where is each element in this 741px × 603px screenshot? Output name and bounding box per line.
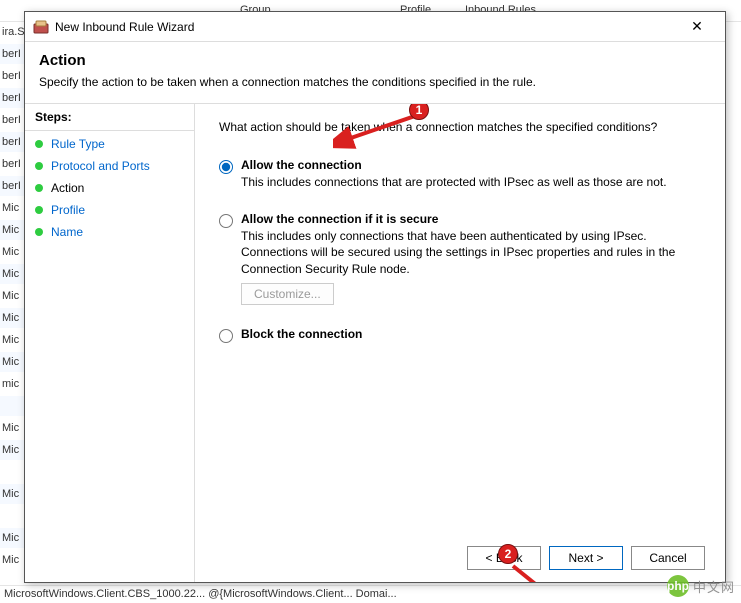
bg-row: ira.S bbox=[0, 22, 24, 42]
watermark-text: 中文网 bbox=[693, 577, 735, 596]
step-label: Protocol and Ports bbox=[51, 159, 150, 173]
bg-row: Mic bbox=[0, 352, 24, 372]
bg-row: Mic bbox=[0, 308, 24, 328]
watermark-logo: php bbox=[667, 575, 689, 597]
bg-row: Mic bbox=[0, 242, 24, 262]
customize-button: Customize... bbox=[241, 283, 334, 305]
question-text: What action should be taken when a conne… bbox=[219, 120, 701, 134]
bg-row bbox=[0, 506, 24, 526]
action-radio[interactable] bbox=[219, 160, 233, 174]
bg-footer-row: MicrosoftWindows.Client.CBS_1000.22... @… bbox=[0, 585, 741, 603]
bg-row: Mic bbox=[0, 528, 24, 548]
option-description: This includes only connections that have… bbox=[241, 228, 701, 277]
page-heading: Action bbox=[39, 52, 711, 69]
step-item-profile[interactable]: Profile bbox=[25, 199, 194, 221]
action-radio[interactable] bbox=[219, 214, 233, 228]
step-label: Action bbox=[51, 181, 84, 195]
step-label: Rule Type bbox=[51, 137, 105, 151]
annotation-badge-1: 1 bbox=[409, 104, 429, 120]
step-item-name[interactable]: Name bbox=[25, 221, 194, 243]
main-pane: What action should be taken when a conne… bbox=[195, 104, 725, 582]
bg-row: Mic bbox=[0, 330, 24, 350]
action-radio[interactable] bbox=[219, 329, 233, 343]
bg-row: Mic bbox=[0, 484, 24, 504]
bg-row: Mic bbox=[0, 198, 24, 218]
bg-row: berI bbox=[0, 110, 24, 130]
watermark: php 中文网 bbox=[667, 575, 735, 597]
header-section: Action Specify the action to be taken wh… bbox=[25, 42, 725, 104]
steps-title: Steps: bbox=[25, 108, 194, 131]
bg-row: berI bbox=[0, 44, 24, 64]
app-icon bbox=[33, 19, 49, 35]
step-bullet-icon bbox=[35, 184, 43, 192]
step-item-action[interactable]: Action bbox=[25, 177, 194, 199]
annotation-badge-2: 2 bbox=[498, 544, 518, 564]
step-label: Name bbox=[51, 225, 83, 239]
dialog-title: New Inbound Rule Wizard bbox=[55, 20, 677, 34]
cancel-button[interactable]: Cancel bbox=[631, 546, 705, 570]
wizard-dialog: New Inbound Rule Wizard ✕ Action Specify… bbox=[24, 11, 726, 583]
step-bullet-icon bbox=[35, 228, 43, 236]
bg-row: mic bbox=[0, 374, 24, 394]
step-bullet-icon bbox=[35, 206, 43, 214]
step-item-protocol-and-ports[interactable]: Protocol and Ports bbox=[25, 155, 194, 177]
action-option: Block the connection bbox=[219, 327, 701, 343]
close-button[interactable]: ✕ bbox=[677, 13, 717, 41]
option-title: Allow the connection if it is secure bbox=[241, 212, 701, 226]
step-item-rule-type[interactable]: Rule Type bbox=[25, 133, 194, 155]
option-title: Block the connection bbox=[241, 327, 701, 341]
step-bullet-icon bbox=[35, 162, 43, 170]
bg-row: berI bbox=[0, 132, 24, 152]
bg-row bbox=[0, 462, 24, 482]
bg-row: Mic bbox=[0, 440, 24, 460]
page-subheading: Specify the action to be taken when a co… bbox=[39, 75, 711, 89]
bg-row bbox=[0, 396, 24, 416]
titlebar: New Inbound Rule Wizard ✕ bbox=[25, 12, 725, 42]
next-button[interactable]: Next > bbox=[549, 546, 623, 570]
option-description: This includes connections that are prote… bbox=[241, 174, 701, 190]
bg-row: Mic bbox=[0, 220, 24, 240]
action-option: Allow the connection if it is secure This… bbox=[219, 212, 701, 305]
bg-row: Mic bbox=[0, 264, 24, 284]
steps-sidebar: Steps: Rule Type Protocol and Ports Action… bbox=[25, 104, 195, 582]
step-label: Profile bbox=[51, 203, 85, 217]
step-bullet-icon bbox=[35, 140, 43, 148]
option-title: Allow the connection bbox=[241, 158, 701, 172]
action-option: Allow the connection This includes connec… bbox=[219, 158, 701, 190]
bg-row: berI bbox=[0, 88, 24, 108]
bg-row: Mic bbox=[0, 550, 24, 570]
bg-row: Mic bbox=[0, 418, 24, 438]
bg-row: berI bbox=[0, 66, 24, 86]
bg-row: berI bbox=[0, 154, 24, 174]
bg-row: Mic bbox=[0, 286, 24, 306]
bg-row: berI bbox=[0, 176, 24, 196]
